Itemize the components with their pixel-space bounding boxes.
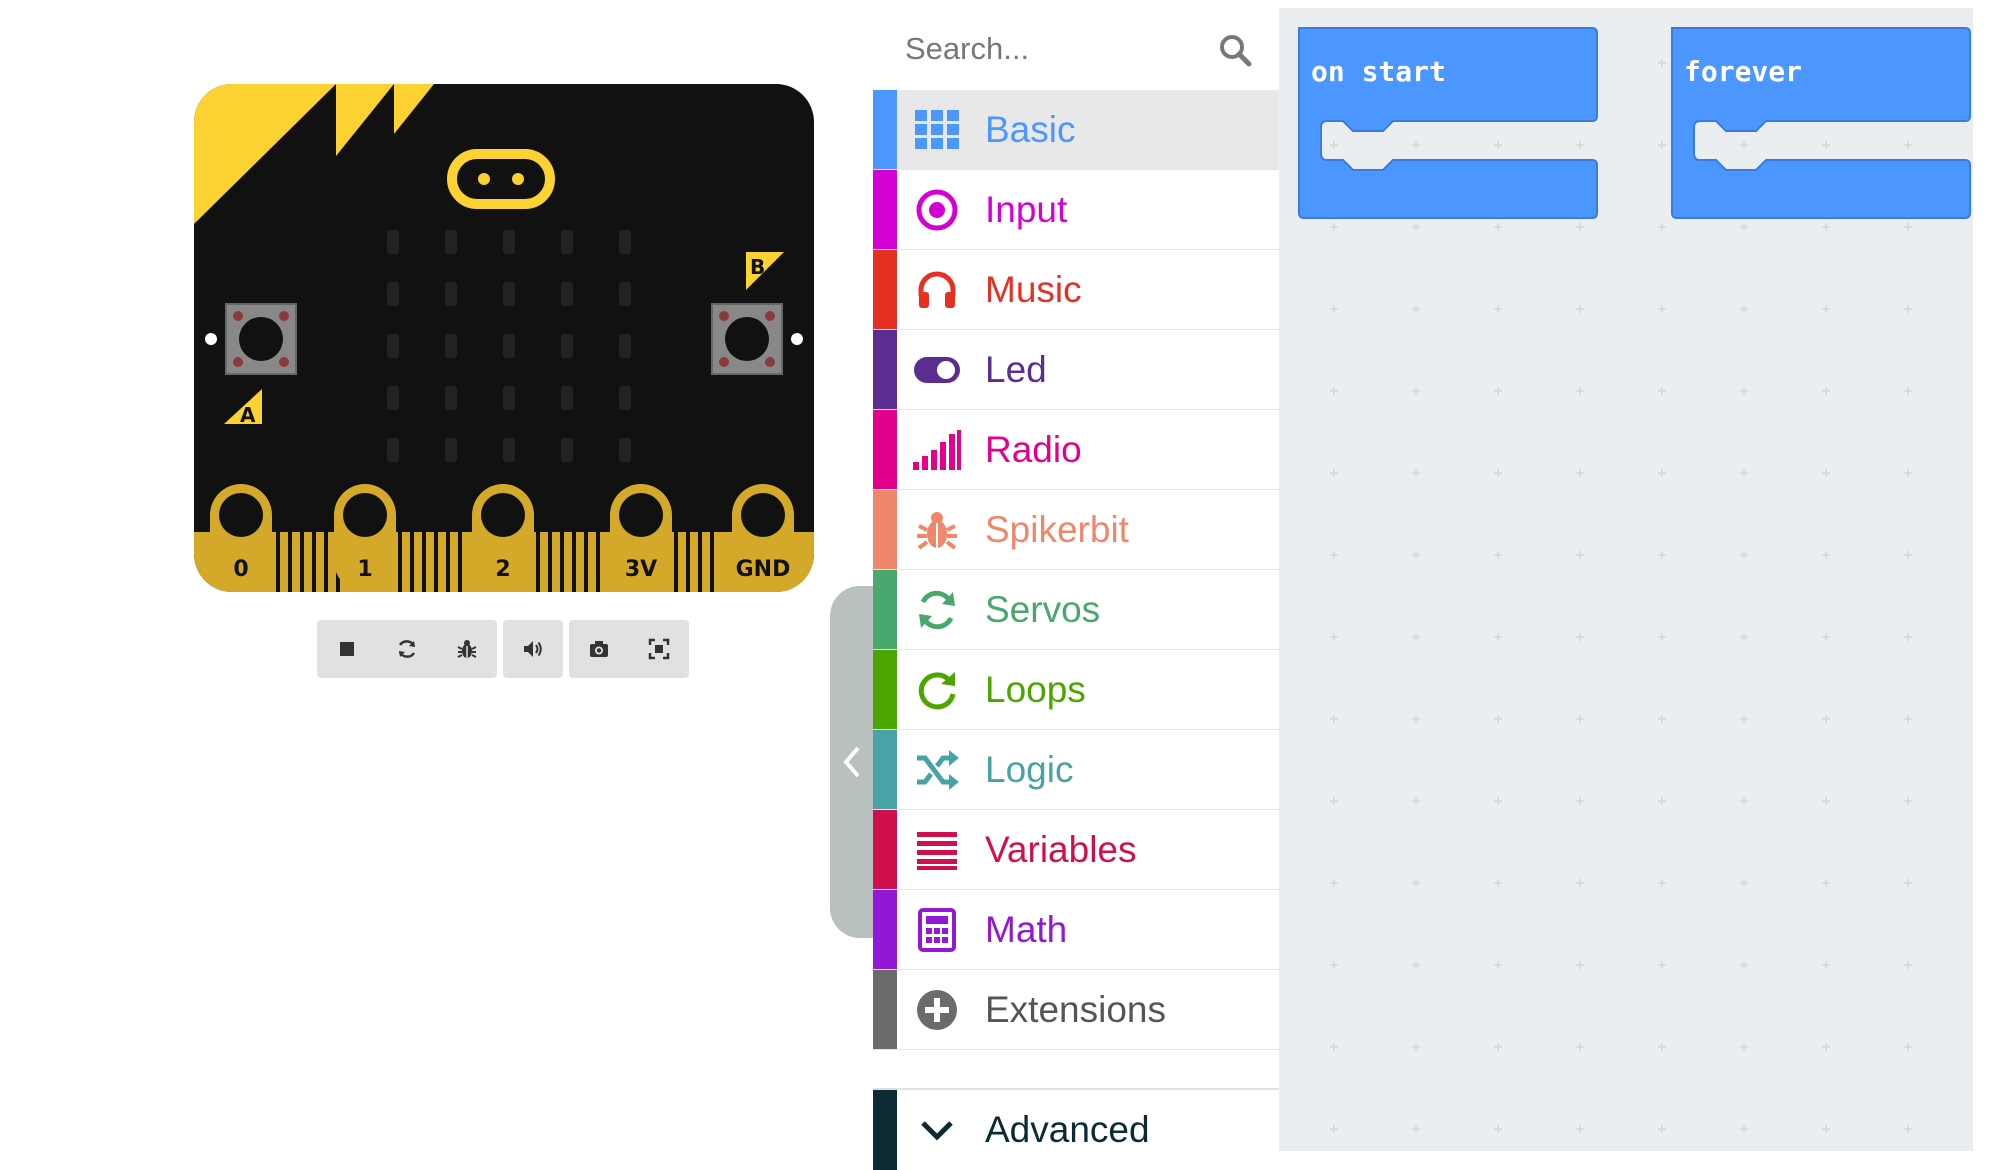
category-led[interactable]: Led: [873, 330, 1279, 410]
debug-button[interactable]: [437, 620, 497, 678]
workspace-edge: [1973, 0, 1990, 1151]
mute-button[interactable]: [503, 620, 563, 678]
category-math[interactable]: Math: [873, 890, 1279, 970]
toolbox-search: [873, 8, 1279, 91]
pin-2[interactable]: 2: [472, 484, 534, 592]
advanced-label: Advanced: [985, 1109, 1150, 1150]
category-radio[interactable]: Radio: [873, 410, 1279, 490]
category-color-bar: [873, 250, 897, 329]
loop-icon: [913, 666, 961, 714]
calculator-icon: [913, 906, 961, 954]
debug-icon: [457, 640, 477, 658]
pin-label: 3V: [625, 557, 657, 582]
category-color-bar: [873, 970, 897, 1049]
category-color-bar: [873, 890, 897, 969]
fullscreen-button[interactable]: [629, 620, 689, 678]
restart-button[interactable]: [377, 620, 437, 678]
mute-icon: [524, 641, 542, 657]
category-basic[interactable]: Basic: [873, 90, 1279, 170]
category-label: Loops: [985, 668, 1086, 710]
category-color-bar: [873, 730, 897, 809]
pin-1[interactable]: 1: [334, 484, 396, 592]
category-label: Music: [985, 268, 1082, 310]
search-input[interactable]: [903, 24, 1207, 74]
blocks-workspace[interactable]: on start forever: [1279, 8, 1973, 1151]
toggle-icon: [913, 346, 961, 394]
fullscreen-icon: [648, 638, 670, 660]
category-color-bar: [873, 170, 897, 249]
advanced-toggle[interactable]: Advanced: [873, 1088, 1279, 1170]
simulator-toolbar: [317, 620, 689, 678]
category-label: Math: [985, 908, 1068, 950]
category-servos[interactable]: Servos: [873, 570, 1279, 650]
category-color-bar: [873, 1090, 897, 1170]
pin-3v[interactable]: 3V: [610, 484, 672, 592]
category-label: Variables: [985, 828, 1137, 870]
screenshot-button[interactable]: [569, 620, 629, 678]
stop-icon: [340, 642, 354, 656]
pin-label: 0: [233, 557, 248, 582]
category-music[interactable]: Music: [873, 250, 1279, 330]
category-label: Servos: [985, 588, 1101, 630]
toolbox: Basic Input Music Led Radio Spikerb: [873, 0, 1279, 1170]
restart-icon: [398, 640, 416, 658]
pin-label: 1: [357, 557, 372, 582]
category-label: Input: [985, 188, 1068, 230]
pin-0[interactable]: 0: [210, 484, 272, 592]
plus-circle-icon: [913, 986, 961, 1034]
sim-controls-group: [317, 620, 497, 678]
simulator-panel: A B 0 1 2 3V GND: [0, 0, 865, 1151]
category-label: Logic: [985, 748, 1074, 790]
headphones-icon: [913, 266, 961, 314]
category-color-bar: [873, 490, 897, 569]
sound-group: [503, 620, 563, 678]
screen-group: [569, 620, 689, 678]
category-color-bar: [873, 330, 897, 409]
search-icon[interactable]: [1217, 32, 1253, 68]
chevron-down-icon: [913, 1106, 961, 1154]
category-label: Radio: [985, 428, 1082, 470]
signal-icon: [913, 426, 961, 474]
refresh-icon: [913, 586, 961, 634]
bug-icon: [913, 506, 961, 554]
category-extensions[interactable]: Extensions: [873, 970, 1279, 1050]
category-color-bar: [873, 810, 897, 889]
forever-label: forever: [1684, 55, 1802, 88]
category-label: Extensions: [985, 988, 1166, 1030]
category-logic[interactable]: Logic: [873, 730, 1279, 810]
button-a-label: A: [240, 403, 256, 427]
category-label: Spikerbit: [985, 508, 1129, 550]
category-color-bar: [873, 570, 897, 649]
collapse-simulator-button[interactable]: [830, 586, 874, 938]
category-color-bar: [873, 410, 897, 489]
category-variables[interactable]: Variables: [873, 810, 1279, 890]
category-color-bar: [873, 90, 897, 169]
category-spikerbit[interactable]: Spikerbit: [873, 490, 1279, 570]
category-loops[interactable]: Loops: [873, 650, 1279, 730]
category-label: Led: [985, 348, 1047, 390]
pin-label: GND: [736, 557, 791, 582]
pin-gnd[interactable]: GND: [732, 484, 794, 592]
list-icon: [913, 826, 961, 874]
shuffle-icon: [913, 746, 961, 794]
microbit-board[interactable]: A B 0 1 2 3V GND: [194, 84, 814, 592]
chevron-left-icon: [843, 746, 860, 778]
pin-label: 2: [495, 557, 510, 582]
button-b-label: B: [750, 255, 765, 279]
grid-icon: [913, 106, 961, 154]
category-input[interactable]: Input: [873, 170, 1279, 250]
category-color-bar: [873, 650, 897, 729]
target-icon: [913, 186, 961, 234]
category-label: Basic: [985, 108, 1076, 150]
screenshot-icon: [590, 641, 608, 657]
on-start-label: on start: [1311, 55, 1446, 88]
stop-button[interactable]: [317, 620, 377, 678]
